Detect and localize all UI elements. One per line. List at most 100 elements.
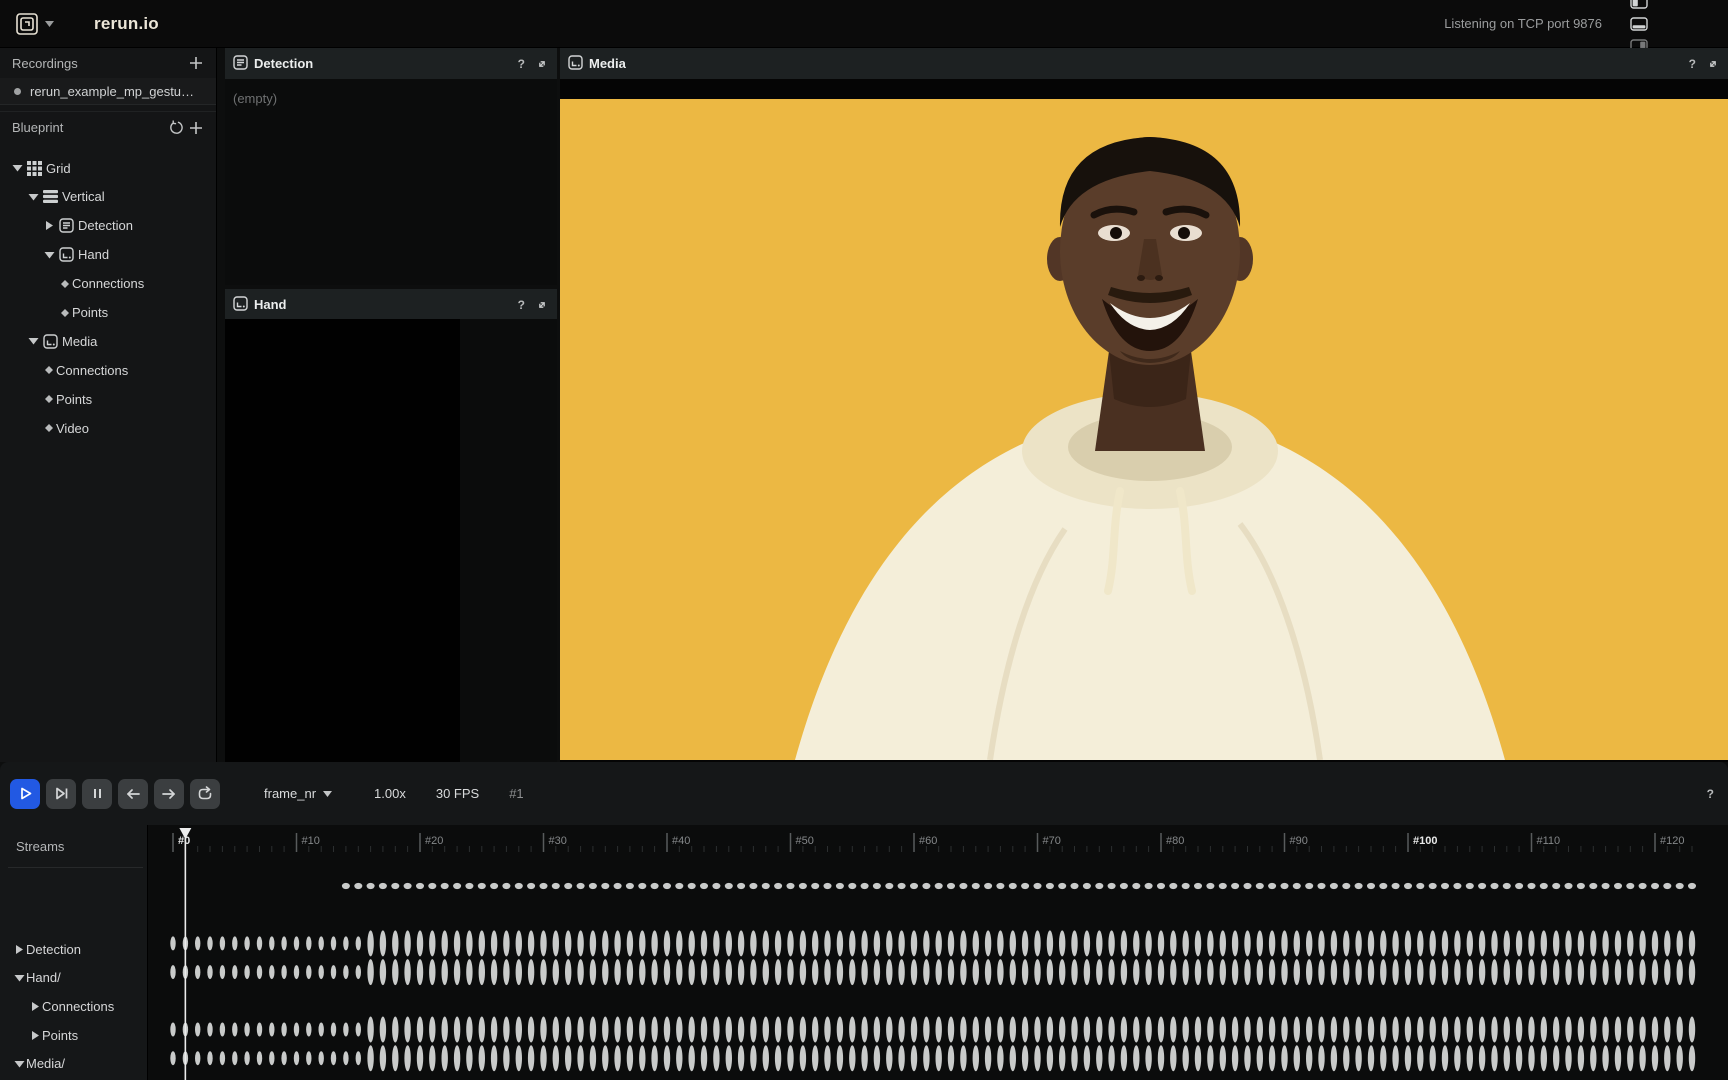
hand-panel-content[interactable] <box>225 319 557 762</box>
tree-item-label: Connections <box>42 999 114 1014</box>
stream-row-markers-3 <box>170 959 1695 985</box>
chevron-right-icon[interactable] <box>28 998 42 1014</box>
blueprint-item-points[interactable]: Points <box>0 299 216 327</box>
blueprint-title: Blueprint <box>12 120 166 135</box>
tree-item-label: Points <box>56 392 92 407</box>
tree-item-label: Connections <box>56 363 128 378</box>
tree-item-label: Grid <box>46 161 71 176</box>
blueprint-item-points[interactable]: Points <box>0 385 216 413</box>
detection-panel-content[interactable]: (empty) <box>225 79 557 285</box>
svg-text:#120: #120 <box>1660 835 1684 847</box>
recording-dot-icon <box>14 88 21 95</box>
toggle-bottom-panel-icon <box>1630 17 1648 31</box>
chevron-down-icon[interactable] <box>12 970 26 986</box>
tree-item-label: Media <box>62 334 97 349</box>
streams-column: Streams DetectionHand/ConnectionsPointsM… <box>0 825 147 1080</box>
blueprint-item-connections[interactable]: Connections <box>0 270 216 298</box>
media-panel-title: Media <box>589 56 626 71</box>
recording-item[interactable]: rerun_example_mp_gestu… <box>0 78 216 105</box>
recordings-header: Recordings <box>0 48 216 78</box>
svg-text:#60: #60 <box>919 835 937 847</box>
stream-item-hand[interactable]: Hand/ <box>0 964 147 992</box>
blueprint-item-detection[interactable]: Detection <box>0 212 216 240</box>
detection-help-button[interactable]: ? <box>518 57 525 71</box>
blueprint-item-video[interactable]: Video <box>0 414 216 442</box>
loop-button[interactable] <box>190 779 220 809</box>
chevron-down-icon[interactable] <box>42 247 56 263</box>
bullet-icon <box>42 391 56 407</box>
grid-icon <box>24 160 44 176</box>
bullet-icon <box>58 276 72 292</box>
play-icon <box>17 785 34 802</box>
pause-button[interactable] <box>82 779 112 809</box>
blueprint-item-connections[interactable]: Connections <box>0 356 216 384</box>
tree-item-label: Video <box>56 421 89 436</box>
hand-expand-icon[interactable] <box>535 298 549 312</box>
rerun-logo-menu[interactable] <box>14 11 54 37</box>
recording-name: rerun_example_mp_gestu… <box>30 84 194 99</box>
svg-text:#10: #10 <box>302 835 320 847</box>
stream-item-points[interactable]: Points <box>0 1021 147 1049</box>
reset-blueprint-button[interactable] <box>166 118 186 138</box>
stream-item-media[interactable]: Media/ <box>0 1050 147 1078</box>
bullet-icon <box>42 362 56 378</box>
tree-item-label: Detection <box>78 218 133 233</box>
chevron-down-icon[interactable] <box>12 1056 26 1072</box>
tree-item-label: Points <box>72 305 108 320</box>
media-help-button[interactable]: ? <box>1689 57 1696 71</box>
stream-item-detection[interactable]: Detection <box>0 935 147 963</box>
svg-text:#100: #100 <box>1413 835 1437 847</box>
timeline-ruler[interactable]: #0#10#20#30#40#50#60#70#80#90#100#110#12… <box>173 833 1692 852</box>
svg-text:#80: #80 <box>1166 835 1184 847</box>
chevron-right-icon[interactable] <box>28 1027 42 1043</box>
add-recording-button[interactable] <box>186 53 206 73</box>
detection-expand-icon[interactable] <box>535 57 549 71</box>
toggle-left-panel-button[interactable] <box>1626 0 1652 13</box>
timeline-data-area[interactable]: #0#10#20#30#40#50#60#70#80#90#100#110#12… <box>147 825 1728 1080</box>
media-expand-icon[interactable] <box>1706 57 1720 71</box>
playback-fps[interactable]: 30 FPS <box>436 786 479 801</box>
media-panel-content[interactable] <box>560 79 1728 762</box>
time-panel: frame_nr 1.00x 30 FPS #1 ? Streams Detec… <box>0 762 1728 1080</box>
chevron-down-icon[interactable] <box>26 333 40 349</box>
toggle-left-panel-icon <box>1630 0 1648 9</box>
follow-button[interactable] <box>46 779 76 809</box>
caret-down-icon <box>45 21 54 27</box>
blueprint-item-media[interactable]: Media <box>0 327 216 355</box>
blueprint-item-grid[interactable]: Grid <box>0 154 216 182</box>
add-view-button[interactable] <box>186 118 206 138</box>
step-forward-icon <box>160 786 178 802</box>
text-log-icon <box>56 218 76 234</box>
view-2d-icon <box>40 333 60 349</box>
tree-item-label: Connections <box>72 276 144 291</box>
tree-item-label: Hand <box>78 247 109 262</box>
streams-separator <box>8 867 143 868</box>
chevron-down-icon[interactable] <box>10 160 24 176</box>
blueprint-item-vertical[interactable]: Vertical <box>0 183 216 211</box>
time-panel-help-button[interactable]: ? <box>1707 787 1714 801</box>
hand-help-button[interactable]: ? <box>518 298 525 312</box>
playback-speed[interactable]: 1.00x <box>374 786 406 801</box>
chevron-down-icon[interactable] <box>26 189 40 205</box>
media-panel-header[interactable]: Media ? <box>560 48 1728 79</box>
connection-status: Listening on TCP port 9876 <box>1444 16 1602 31</box>
playhead[interactable] <box>179 828 191 1080</box>
chevron-right-icon[interactable] <box>42 218 56 234</box>
step-back-button[interactable] <box>118 779 148 809</box>
loop-icon <box>196 786 214 802</box>
timeline-selector-dropdown[interactable]: frame_nr <box>264 786 332 801</box>
rerun-logo-icon <box>14 11 40 37</box>
stream-row-markers-0 <box>342 883 1696 889</box>
stream-item-connections[interactable]: Connections <box>0 992 147 1020</box>
blueprint-item-hand[interactable]: Hand <box>0 241 216 269</box>
step-forward-button[interactable] <box>154 779 184 809</box>
playback-button-group <box>10 779 226 809</box>
chevron-right-icon[interactable] <box>12 941 26 957</box>
play-button[interactable] <box>10 779 40 809</box>
hand-panel-header[interactable]: Hand ? <box>225 289 557 320</box>
follow-icon <box>53 785 70 802</box>
toggle-bottom-panel-button[interactable] <box>1626 13 1652 35</box>
hand-panel-title: Hand <box>254 297 287 312</box>
detection-panel-header[interactable]: Detection ? <box>225 48 557 79</box>
view-2d-icon <box>233 296 248 314</box>
